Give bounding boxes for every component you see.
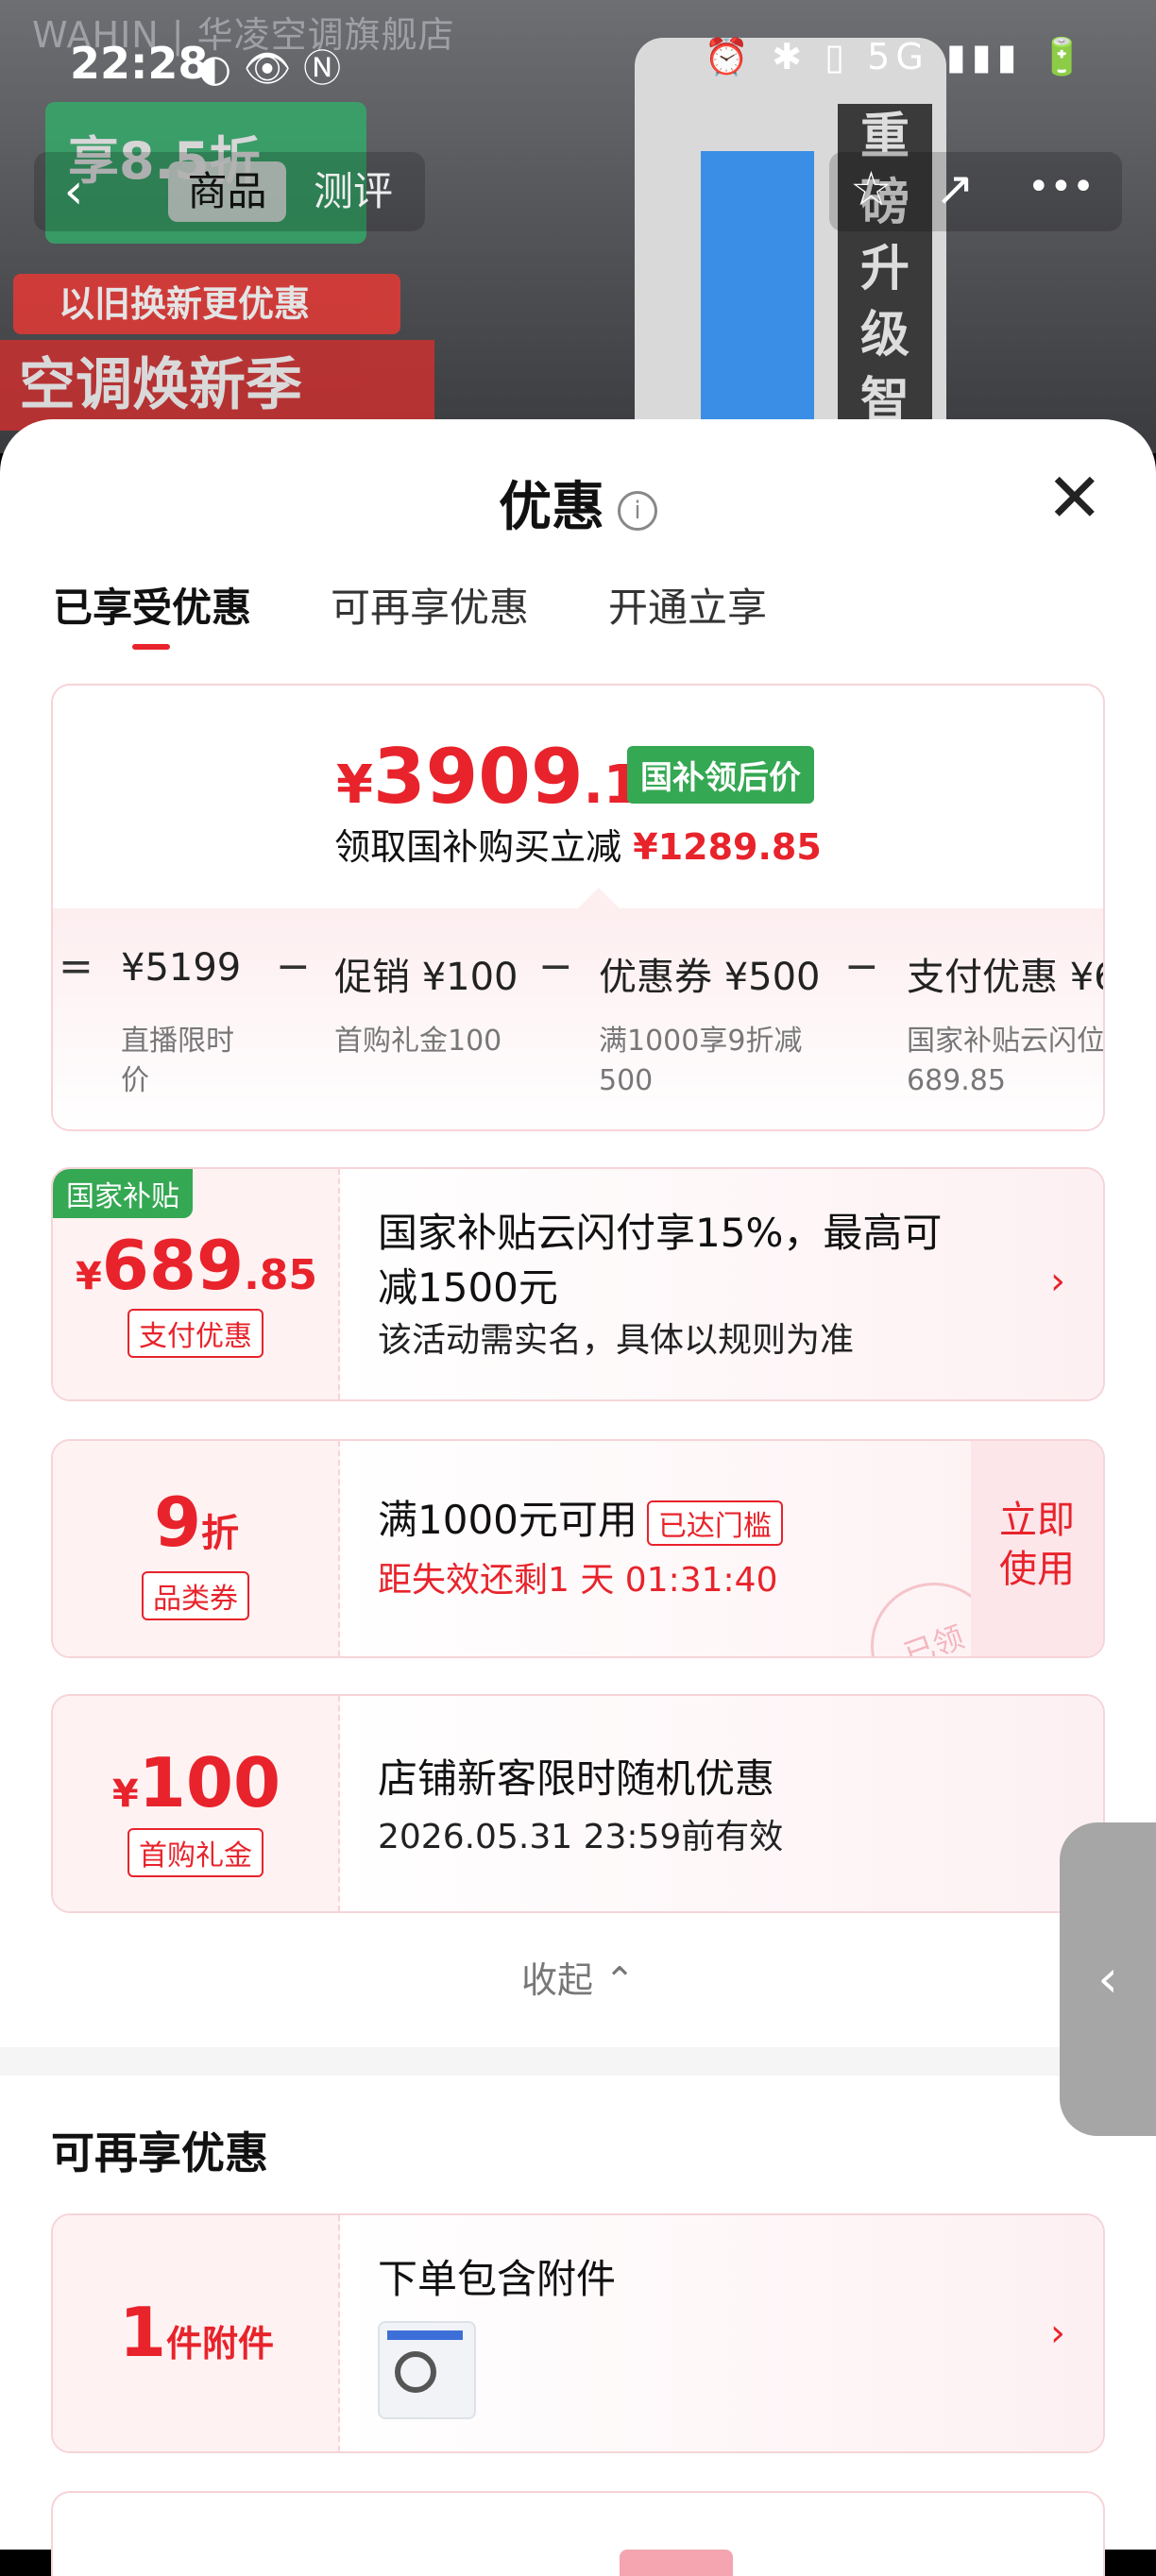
top-nav: ‹ 商品 测评 ☆ ↗ •••	[0, 146, 1156, 241]
nav-actions: ☆ ↗ •••	[829, 152, 1122, 231]
coupon-title: 店铺新客限时随机优惠	[378, 1755, 775, 1802]
accessory-count-unit: 件附件	[166, 2323, 275, 2364]
coupon-discount-unit: 折	[201, 1512, 240, 1555]
coupon-amount: ¥100	[53, 1743, 340, 1822]
status-bar: 22:28 ◐ 👁 Ⓝ ⏰ ✱ ▯ 5G ▮▮▮ 🔋	[0, 0, 1156, 132]
fan-icon	[395, 2351, 436, 2393]
share-icon[interactable]: ↗	[935, 161, 975, 216]
tab-activate-discounts[interactable]: 开通立享	[608, 576, 767, 634]
breakdown-value: 优惠券 ¥500	[599, 956, 821, 999]
first-purchase-coupon: ¥100 首购礼金 店铺新客限时随机优惠 2026.05.31 23:59前有效	[51, 1694, 1105, 1913]
tab-review[interactable]: 测评	[314, 161, 393, 222]
coupon-validity: 2026.05.31 23:59前有效	[378, 1818, 784, 1856]
breakdown-label: 首购礼金100	[334, 1025, 502, 1058]
coupon-detail: 店铺新客限时随机优惠 2026.05.31 23:59前有效	[340, 1696, 1103, 1911]
coupon-type-tag: 支付优惠	[128, 1309, 264, 1358]
coupon-expiry-countdown: 距失效还剩1 天 01:31:40	[378, 1561, 778, 1600]
coupon-type-tag: 品类券	[142, 1571, 249, 1620]
breakdown-operator: −	[538, 942, 573, 991]
coupon-amount-int: 689	[101, 1226, 245, 1305]
coupon-currency: ¥	[75, 1255, 102, 1298]
accessory-count: 1件附件	[53, 2293, 340, 2372]
breakdown-operator: −	[276, 942, 311, 991]
side-drawer-handle[interactable]: ‹	[1060, 1822, 1156, 2136]
breakdown-operator: −	[844, 942, 879, 991]
breakdown-pointer	[578, 888, 620, 908]
saving-amount: ¥1289.85	[633, 826, 822, 868]
breakdown-operator: =	[59, 942, 94, 991]
section-divider	[0, 2047, 1156, 2076]
breakdown-label: 直播限时价	[121, 1025, 234, 1097]
breakdown-value: 支付优惠 ¥6	[907, 956, 1105, 999]
accessory-item[interactable]: 1件附件 下单包含附件 ›	[51, 2213, 1105, 2453]
coupon-type-tag: 首购礼金	[128, 1828, 264, 1877]
thumbnail-label-strip	[387, 2330, 463, 2340]
coupon-title-cont: 减1500元	[378, 1264, 558, 1311]
nav-tabs: 商品 测评	[113, 152, 425, 231]
price-integer: 3909	[372, 733, 584, 821]
price-breakdown: = ¥5199 直播限时价 − 促销 ¥100 首购礼金100 − 优惠券 ¥5…	[53, 908, 1105, 1129]
info-icon[interactable]: i	[618, 490, 657, 531]
discount-sheet: 优惠 i ✕ 已享受优惠 可再享优惠 开通立享 ¥3909.15 国补领后价 领取…	[0, 419, 1156, 2576]
use-now-button[interactable]: 立即 使用	[971, 1441, 1103, 1656]
tab-active-underline	[132, 644, 170, 650]
coupon-currency: ¥	[111, 1772, 139, 1816]
coupon-amount-dec: .85	[244, 1251, 318, 1299]
saving-prefix: 领取国补购买立减	[334, 826, 622, 868]
final-price-card: ¥3909.15 国补领后价 领取国补购买立减 ¥1289.85 = ¥5199…	[51, 684, 1105, 1131]
tab-more-discounts[interactable]: 可再享优惠	[331, 576, 529, 634]
status-time: 22:28	[70, 38, 209, 89]
next-offer-card	[51, 2491, 1105, 2576]
accessory-thumbnail[interactable]	[378, 2321, 476, 2419]
coupon-detail: 国家补贴云闪付享15%，最高可 减1500元 该活动需实名，具体以规则为准 ›	[340, 1169, 1103, 1399]
sheet-title: 优惠 i	[0, 465, 1156, 541]
accessory-count-panel: 1件附件	[53, 2215, 340, 2451]
category-coupon: 9折 品类券 满1000元可用 已达门槛 距失效还剩1 天 01:31:40 已领…	[51, 1439, 1105, 1658]
promo-season-banner: 空调焕新季	[0, 340, 434, 431]
price-summary: ¥3909.15 国补领后价 领取国补购买立减 ¥1289.85	[53, 686, 1103, 908]
close-icon[interactable]: ✕	[1046, 464, 1103, 532]
payment-subsidy-coupon[interactable]: ¥689.85 支付优惠 国家补贴 国家补贴云闪付享15%，最高可 减1500元…	[51, 1167, 1105, 1401]
chevron-right-icon[interactable]: ›	[1050, 1260, 1065, 1303]
accessory-title: 下单包含附件	[378, 2256, 617, 2302]
breakdown-value: 促销 ¥100	[334, 956, 518, 999]
tab-product[interactable]: 商品	[168, 161, 286, 222]
coupon-title: 国家补贴云闪付享15%，最高可	[378, 1210, 943, 1256]
subsidy-price-badge: 国补领后价	[627, 746, 814, 804]
national-subsidy-ribbon: 国家补贴	[53, 1169, 193, 1218]
final-price: ¥3909.15	[336, 733, 677, 821]
promo-tradein-banner: 以旧换新更优惠	[13, 274, 400, 334]
coupon-note: 该活动需实名，具体以规则为准	[378, 1321, 855, 1360]
tab-enjoyed-discounts[interactable]: 已享受优惠	[53, 576, 251, 634]
more-icon[interactable]: •••	[1028, 165, 1095, 209]
coupon-amount: ¥689.85	[53, 1226, 340, 1305]
saving-line: 领取国补购买立减 ¥1289.85	[53, 818, 1103, 870]
breakdown-value: ¥5199	[121, 946, 242, 990]
breakdown-label: 国家补贴云闪位 689.85	[907, 1025, 1105, 1097]
accessory-count-value: 1	[118, 2293, 167, 2372]
price-currency: ¥	[336, 754, 373, 816]
coupon-condition: 满1000元可用 已达门槛	[378, 1488, 783, 1546]
coupon-discount: 9折	[53, 1483, 340, 1562]
collapse-button[interactable]: 收起 ⌃	[0, 1951, 1156, 2003]
sheet-title-text: 优惠	[499, 477, 604, 538]
threshold-met-badge: 已达门槛	[646, 1500, 783, 1546]
chevron-right-icon[interactable]: ›	[1050, 2312, 1065, 2355]
coupon-amount-int: 100	[138, 1743, 281, 1822]
back-icon[interactable]: ‹	[34, 152, 113, 231]
coupon-condition-text: 满1000元可用	[378, 1497, 638, 1543]
star-icon[interactable]: ☆	[850, 161, 892, 216]
accessory-detail: 下单包含附件 ›	[340, 2215, 1103, 2451]
coupon-discount-value: 9	[153, 1483, 202, 1562]
coupon-amount-panel: ¥100 首购礼金	[53, 1696, 340, 1911]
breakdown-label: 满1000享9折减 500	[599, 1025, 803, 1097]
status-left-icons: ◐ 👁 Ⓝ	[198, 47, 342, 91]
status-right-icons: ⏰ ✱ ▯ 5G ▮▮▮ 🔋	[704, 36, 1090, 77]
more-discounts-heading: 可再享优惠	[51, 2127, 268, 2178]
coupon-amount-panel: 9折 品类券	[53, 1441, 340, 1656]
next-offer-tag	[620, 2550, 733, 2576]
